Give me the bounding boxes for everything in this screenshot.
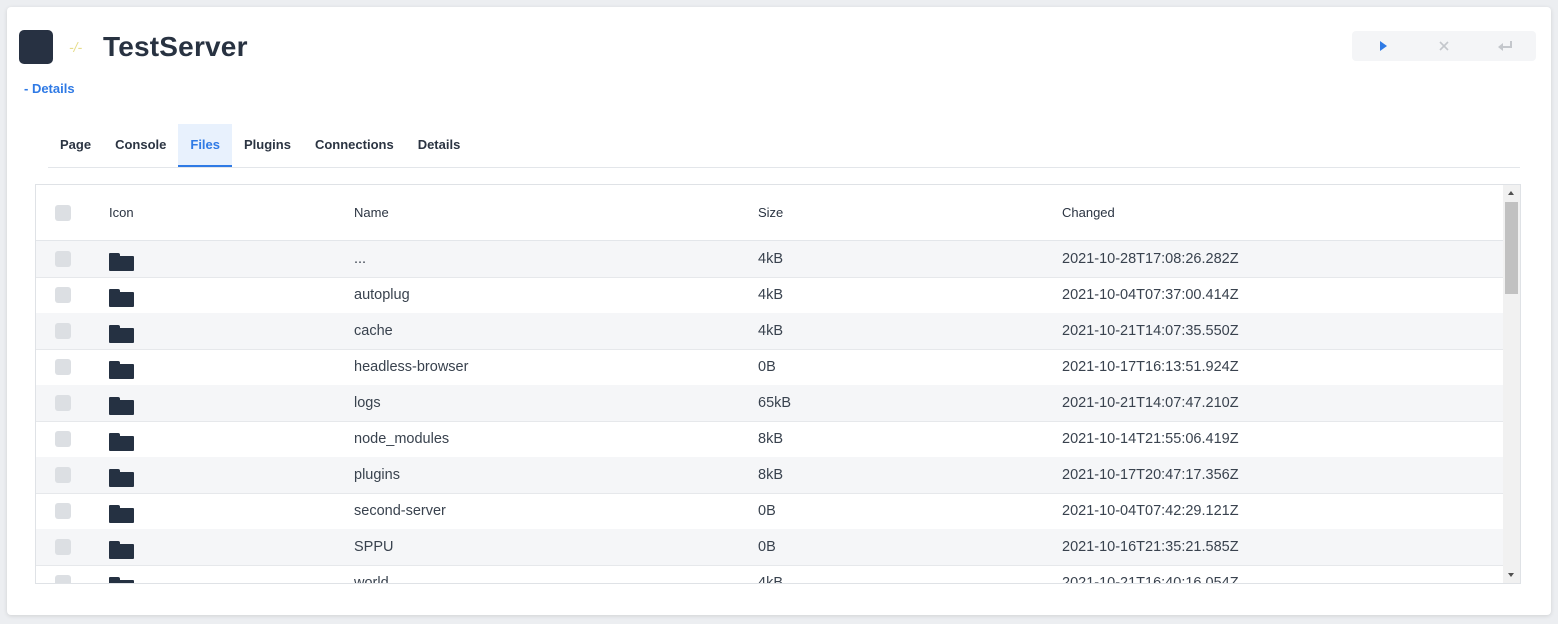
file-size: 4kB (758, 251, 783, 267)
row-checkbox[interactable] (55, 467, 71, 483)
folder-icon (109, 469, 134, 487)
tab-page[interactable]: Page (48, 124, 103, 166)
folder-icon (109, 541, 134, 559)
table-row[interactable]: SPPU 0B 2021-10-16T21:35:21.585Z (36, 529, 1503, 566)
file-size: 0B (758, 539, 776, 555)
column-header-name[interactable]: Name (354, 185, 389, 240)
row-checkbox[interactable] (55, 359, 71, 375)
server-card: -/- TestServer - Details Page Console Fi… (7, 7, 1551, 615)
table-row[interactable]: ... 4kB 2021-10-28T17:08:26.282Z (36, 241, 1503, 278)
file-size: 0B (758, 503, 776, 519)
table-row[interactable]: headless-browser 0B 2021-10-17T16:13:51.92… (36, 349, 1503, 386)
file-changed: 2021-10-21T16:40:16.054Z (1062, 575, 1239, 584)
tab-console[interactable]: Console (103, 124, 178, 166)
return-icon (1497, 41, 1512, 51)
file-size: 8kB (758, 467, 783, 483)
file-name[interactable]: SPPU (354, 529, 394, 565)
file-changed: 2021-10-04T07:37:00.414Z (1062, 287, 1239, 303)
tab-details[interactable]: Details (406, 124, 473, 166)
table-row[interactable]: second-server 0B 2021-10-04T07:42:29.121Z (36, 493, 1503, 530)
file-changed: 2021-10-28T17:08:26.282Z (1062, 251, 1239, 267)
table-row[interactable]: world 4kB 2021-10-21T16:40:16.054Z (36, 565, 1503, 584)
file-name[interactable]: world (354, 565, 389, 583)
file-name[interactable]: cache (354, 313, 393, 349)
row-checkbox[interactable] (55, 287, 71, 303)
folder-icon (109, 361, 134, 379)
file-changed: 2021-10-04T07:42:29.121Z (1062, 503, 1239, 519)
tab-files[interactable]: Files (178, 124, 232, 167)
file-name[interactable]: headless-browser (354, 349, 468, 385)
server-header: -/- TestServer (19, 29, 248, 65)
file-changed: 2021-10-17T16:13:51.924Z (1062, 359, 1239, 375)
folder-icon (109, 325, 134, 343)
file-size: 8kB (758, 431, 783, 447)
scrollbar[interactable] (1503, 185, 1520, 583)
folder-icon (109, 433, 134, 451)
file-changed: 2021-10-21T14:07:35.550Z (1062, 323, 1239, 339)
file-size: 4kB (758, 575, 783, 584)
server-icon (19, 30, 53, 64)
row-checkbox[interactable] (55, 431, 71, 447)
server-controls (1352, 31, 1536, 61)
file-size: 0B (758, 359, 776, 375)
start-button[interactable] (1352, 31, 1413, 61)
file-changed: 2021-10-14T21:55:06.419Z (1062, 431, 1239, 447)
details-link[interactable]: - Details (24, 81, 75, 96)
tab-plugins[interactable]: Plugins (232, 124, 303, 166)
folder-icon (109, 577, 134, 583)
row-checkbox[interactable] (55, 251, 71, 267)
file-size: 65kB (758, 395, 792, 411)
table-header: Icon Name Size Changed (36, 185, 1503, 241)
scroll-down-button[interactable] (1503, 566, 1520, 583)
folder-icon (109, 397, 134, 415)
table-row[interactable]: logs 65kB 2021-10-21T14:07:47.210Z (36, 385, 1503, 422)
column-header-size[interactable]: Size (758, 185, 783, 240)
table-row[interactable]: node_modules 8kB 2021-10-14T21:55:06.419Z (36, 421, 1503, 458)
tab-bar: Page Console Files Plugins Connections D… (48, 124, 1520, 168)
file-changed: 2021-10-17T20:47:17.356Z (1062, 467, 1239, 483)
files-table: Icon Name Size Changed ... 4kB 2021-10-28T… (35, 184, 1521, 584)
column-header-changed[interactable]: Changed (1062, 185, 1115, 240)
close-icon (1438, 41, 1449, 51)
row-checkbox[interactable] (55, 503, 71, 519)
folder-icon (109, 505, 134, 523)
file-name[interactable]: second-server (354, 493, 446, 529)
file-changed: 2021-10-16T21:35:21.585Z (1062, 539, 1239, 555)
file-size: 4kB (758, 323, 783, 339)
file-name[interactable]: autoplug (354, 277, 410, 313)
column-header-icon: Icon (109, 205, 134, 220)
folder-icon (109, 253, 134, 271)
row-checkbox[interactable] (55, 539, 71, 555)
file-name[interactable]: ... (354, 241, 366, 277)
folder-icon (109, 289, 134, 307)
file-name[interactable]: logs (354, 385, 381, 421)
scroll-up-button[interactable] (1503, 185, 1520, 202)
row-checkbox[interactable] (55, 395, 71, 411)
file-changed: 2021-10-21T14:07:47.210Z (1062, 395, 1239, 411)
file-name[interactable]: node_modules (354, 421, 449, 457)
select-all-checkbox[interactable] (55, 205, 71, 221)
page-title: TestServer (103, 31, 248, 62)
table-row[interactable]: plugins 8kB 2021-10-17T20:47:17.356Z (36, 457, 1503, 494)
play-icon (1379, 41, 1387, 51)
status-indicator: -/- (69, 39, 83, 55)
tab-connections[interactable]: Connections (303, 124, 406, 166)
row-checkbox[interactable] (55, 575, 71, 583)
table-row[interactable]: cache 4kB 2021-10-21T14:07:35.550Z (36, 313, 1503, 350)
file-size: 4kB (758, 287, 783, 303)
row-checkbox[interactable] (55, 323, 71, 339)
restart-button[interactable] (1474, 31, 1535, 61)
stop-button[interactable] (1413, 31, 1474, 61)
file-name[interactable]: plugins (354, 457, 400, 493)
scroll-thumb[interactable] (1505, 202, 1518, 294)
table-row[interactable]: autoplug 4kB 2021-10-04T07:37:00.414Z (36, 277, 1503, 314)
